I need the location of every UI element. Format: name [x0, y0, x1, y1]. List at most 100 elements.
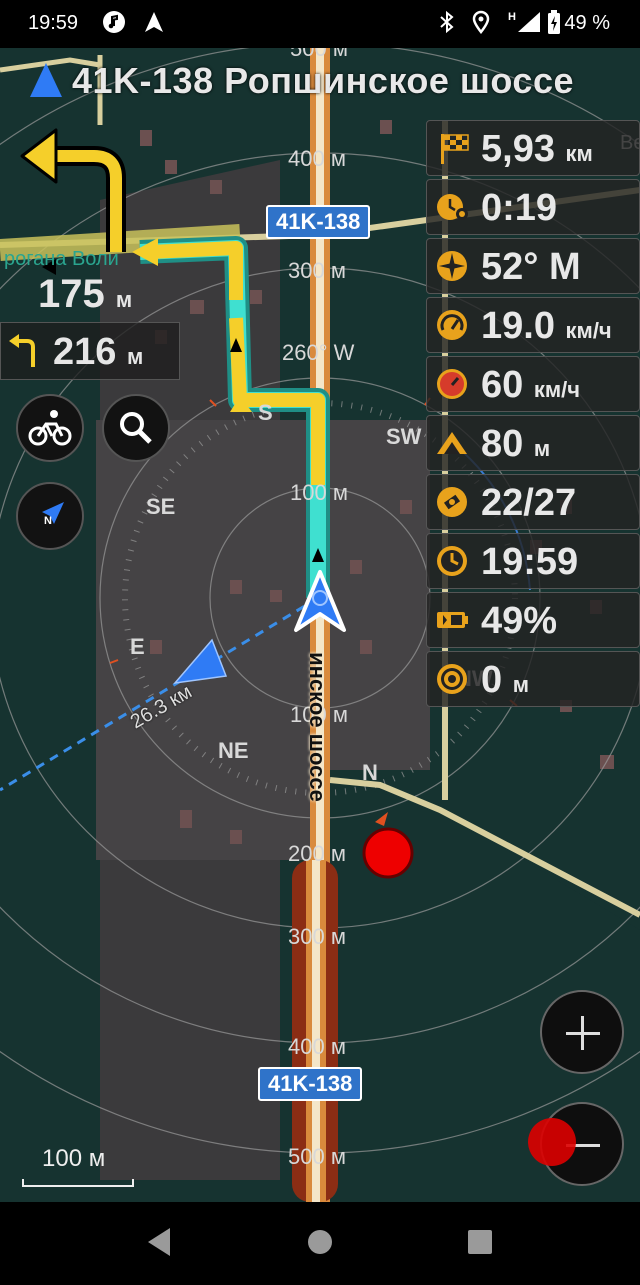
compass-label-s: S: [258, 400, 273, 425]
widget-distance-to-destination[interactable]: 5,93 км: [426, 120, 640, 176]
search-button[interactable]: [102, 394, 170, 462]
widget-value-text: 22/27: [481, 482, 577, 524]
widget-bearing[interactable]: 52° M: [426, 238, 640, 294]
widget-value-text: 19:59: [481, 541, 579, 583]
recording-indicator: [528, 1118, 576, 1166]
compass-label-n: N: [362, 760, 378, 785]
widget-unit: м: [533, 436, 551, 461]
widget-value: 49%: [481, 600, 557, 643]
road-badge-bottom: 41K-138: [258, 1067, 363, 1101]
widget-value-text: 0:19: [481, 187, 558, 229]
system-nav-bar: [0, 1202, 640, 1280]
status-time: 19:59: [28, 12, 79, 34]
compass-rose-icon: [435, 249, 469, 283]
widget-value: 22/27: [481, 482, 576, 525]
ring-label-400-bottom: 400 м: [288, 1034, 346, 1059]
widget-value: 0:19: [481, 187, 557, 230]
turn-distance-unit: м: [115, 287, 133, 312]
widget-max-speed[interactable]: 60 км/ч: [426, 356, 640, 412]
clock-pin-icon: [435, 190, 469, 224]
home-button[interactable]: [308, 1230, 332, 1254]
scale-bar: [22, 1179, 134, 1187]
compass-label-e: E: [130, 634, 145, 659]
widget-gps-satellites[interactable]: 22/27: [426, 474, 640, 530]
widget-value: 52° M: [481, 246, 581, 289]
next-turn-panel[interactable]: 216 м: [0, 322, 180, 380]
north-compass-icon: N: [42, 502, 64, 527]
widget-battery-level[interactable]: 49%: [426, 592, 640, 648]
current-street-header: 41K-138 Ропшинское шоссе: [30, 60, 574, 102]
widget-gps-accuracy[interactable]: 0 м: [426, 651, 640, 707]
widget-unit: км/ч: [533, 377, 581, 402]
ring-label-100-top: 100 м: [290, 480, 348, 505]
speed-gauge-red-icon: [435, 367, 469, 401]
compass-label-se: SE: [146, 494, 176, 519]
widget-value-text: 19.0: [481, 305, 555, 347]
widget-value-text: 52° M: [481, 246, 581, 288]
satellite-icon: [435, 485, 469, 519]
next-turn-distance: 216 м: [53, 331, 143, 374]
ring-label-300-bottom: 300 м: [288, 924, 346, 949]
ring-label-500-bottom: 500 м: [288, 1144, 346, 1169]
speedometer-icon: [435, 308, 469, 342]
svg-text:N: N: [44, 515, 52, 527]
widget-clock[interactable]: 19:59: [426, 533, 640, 589]
ring-label-200-bottom: 200 м: [288, 841, 346, 866]
widget-value-text: 49%: [481, 600, 558, 642]
turn-distance-value: 175: [38, 272, 105, 316]
info-widgets-panel: 5,93 км 0:19 52° M 19.0 км/ч 60 км/ч 80 м 22/2…: [426, 120, 640, 710]
scale-label: 100 м: [42, 1145, 106, 1172]
widget-value: 80 м: [481, 423, 550, 466]
widget-value: 0 м: [481, 659, 529, 702]
turn-distance: 175 м: [38, 272, 132, 317]
next-turn-left-icon: [9, 334, 35, 367]
widget-value: 19.0 км/ч: [481, 305, 612, 348]
compass-label-ne: NE: [218, 738, 249, 763]
search-icon: [120, 412, 152, 444]
mountain-icon: [435, 426, 469, 460]
navigation-arrow-icon: [142, 10, 166, 40]
ring-label-260w: 260° W: [282, 340, 355, 365]
bicycle-icon: [28, 410, 72, 446]
widget-value: 60 км/ч: [481, 364, 580, 407]
signal-strength-icon: H: [508, 10, 542, 40]
road-badge-top: 41K-138: [266, 205, 371, 239]
svg-text:H: H: [508, 11, 516, 23]
current-street-name: 41K-138 Ропшинское шоссе: [72, 60, 574, 101]
widget-current-speed[interactable]: 19.0 км/ч: [426, 297, 640, 353]
widget-unit: м: [512, 672, 529, 697]
battery-icon: [435, 603, 469, 637]
zoom-in-button[interactable]: [540, 990, 624, 1074]
widget-value-text: 0: [481, 659, 503, 701]
widget-unit: км/ч: [565, 318, 612, 343]
target-rings-icon: [435, 662, 469, 696]
battery-status-icon: [546, 10, 562, 42]
clock-icon: [435, 544, 469, 578]
next-turn-distance-unit: м: [126, 344, 144, 369]
next-turn-distance-value: 216: [53, 331, 117, 373]
widget-unit: км: [565, 141, 593, 166]
widget-value-text: 80: [481, 423, 524, 465]
location-pin-icon: [470, 10, 492, 40]
recents-button[interactable]: [468, 1230, 492, 1254]
ring-label-300-top: 300 м: [288, 258, 346, 283]
widget-time-to-go[interactable]: 0:19: [426, 179, 640, 235]
street-label-vertical: инское шоссе: [305, 652, 330, 802]
widget-value: 19:59: [481, 541, 578, 584]
widget-value: 5,93 км: [481, 128, 593, 171]
compass-label-sw: SW: [386, 424, 422, 449]
direction-arrow-icon: [30, 63, 62, 97]
widget-value-text: 60: [481, 364, 524, 406]
music-note-icon: [102, 10, 126, 40]
checkered-flag-icon: [435, 131, 469, 165]
ring-label-400-top: 400 м: [288, 146, 346, 171]
profile-cycling-button[interactable]: [16, 394, 84, 462]
bluetooth-icon: [436, 10, 458, 40]
widget-value-text: 5,93: [481, 128, 555, 170]
target-distance-label: 26.3 км: [126, 680, 196, 734]
battery-percent: 49 %: [564, 12, 610, 34]
back-button[interactable]: [148, 1228, 170, 1256]
compass-mode-button[interactable]: N: [16, 482, 84, 550]
widget-altitude[interactable]: 80 м: [426, 415, 640, 471]
status-bar: 19:59 H 49 %: [0, 0, 640, 48]
